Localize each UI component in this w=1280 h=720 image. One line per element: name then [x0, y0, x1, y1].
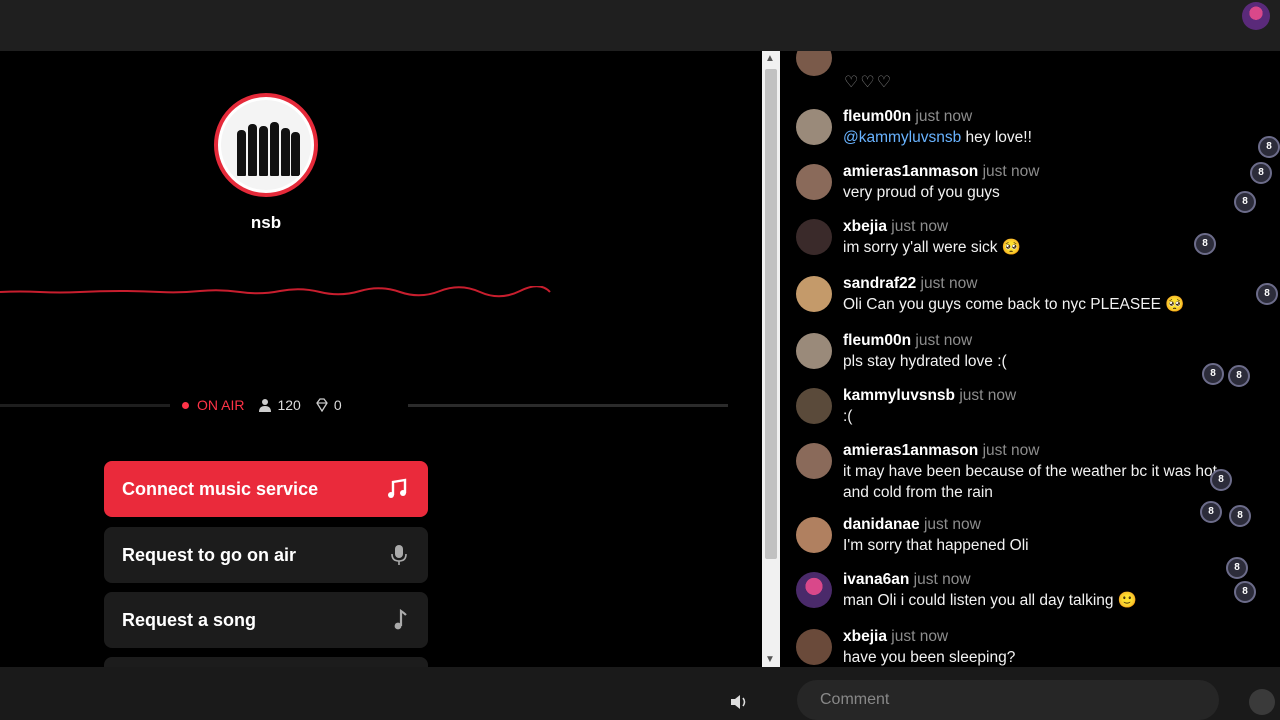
coin-icon: 8 — [1202, 363, 1224, 385]
coin-icon: 8 — [1229, 505, 1251, 527]
chat-message: xbejia just now im sorry y'all were sick… — [796, 216, 1021, 258]
station-avatar — [214, 93, 318, 197]
request-song-button[interactable]: Request a song — [104, 592, 428, 648]
chat-feed: ♡♡♡ fleum00n just now @kammyluvsnsb hey … — [780, 51, 1280, 667]
progress-track-right — [408, 404, 728, 407]
scroll-down-icon[interactable]: ▼ — [765, 654, 775, 665]
coin-icon: 8 — [1258, 136, 1280, 158]
station-status: ON AIR 120 0 — [182, 397, 356, 413]
audio-waveform — [0, 286, 551, 298]
chat-message: xbejia just now have you been sleeping? — [796, 626, 1015, 667]
coin-icon: 8 — [1194, 233, 1216, 255]
chat-message — [796, 51, 843, 76]
comment-input[interactable] — [797, 680, 1219, 720]
progress-track-left — [0, 404, 170, 407]
more-actions-button[interactable] — [104, 657, 428, 667]
connect-music-button[interactable]: Connect music service — [104, 461, 428, 517]
scroll-thumb[interactable] — [765, 69, 777, 559]
avatar[interactable] — [796, 572, 832, 608]
diamond-count: 0 — [315, 397, 342, 413]
hearts-reaction: ♡♡♡ — [844, 74, 894, 91]
chat-message: fleum00n just now pls stay hydrated love… — [796, 330, 1007, 372]
music-note-icon — [388, 478, 407, 498]
chat-scrollbar[interactable]: ▲ ▼ — [762, 51, 780, 667]
avatar[interactable] — [796, 629, 832, 665]
coin-icon[interactable] — [1249, 689, 1275, 715]
listener-count: 120 — [258, 397, 301, 413]
chat-message: sandraf22 just now Oli Can you guys come… — [796, 273, 1185, 315]
bottom-bar — [0, 667, 1280, 720]
chat-message: amieras1anmason just now very proud of y… — [796, 161, 1039, 203]
station-name: nsb — [250, 213, 282, 232]
speaker-icon[interactable] — [730, 693, 750, 711]
microphone-icon — [391, 545, 407, 565]
coin-icon: 8 — [1234, 191, 1256, 213]
station-panel: nsb ON AIR 120 0 Connect music service R… — [0, 51, 762, 667]
chat-message: fleum00n just now @kammyluvsnsb hey love… — [796, 106, 1032, 148]
avatar[interactable] — [796, 443, 832, 479]
coin-icon: 8 — [1210, 469, 1232, 491]
top-bar — [0, 0, 1280, 51]
note-icon — [394, 609, 407, 630]
chat-message: kammyluvsnsb just now :( — [796, 385, 1016, 427]
avatar[interactable] — [796, 109, 832, 145]
avatar[interactable] — [796, 276, 832, 312]
on-air-badge: ON AIR — [182, 397, 244, 413]
live-dot-icon — [182, 401, 189, 409]
request-on-air-button[interactable]: Request to go on air — [104, 527, 428, 583]
person-icon — [259, 399, 272, 412]
avatar — [796, 51, 832, 76]
chat-message: danidanae just now I'm sorry that happen… — [796, 514, 1029, 556]
coin-icon: 8 — [1256, 283, 1278, 305]
avatar[interactable] — [796, 333, 832, 369]
chat-message: ivana6an just now man Oli i could listen… — [796, 569, 1137, 611]
coin-icon: 8 — [1234, 581, 1256, 603]
coin-icon: 8 — [1226, 557, 1248, 579]
avatar[interactable] — [796, 219, 832, 255]
avatar[interactable] — [796, 164, 832, 200]
user-avatar[interactable] — [1242, 2, 1270, 30]
coin-icon: 8 — [1228, 365, 1250, 387]
chat-message: amieras1anmason just now it may have bee… — [796, 440, 1217, 503]
diamond-icon — [316, 398, 328, 412]
scroll-up-icon[interactable]: ▲ — [765, 53, 775, 64]
avatar[interactable] — [796, 388, 832, 424]
coin-icon: 8 — [1250, 162, 1272, 184]
coin-icon: 8 — [1200, 501, 1222, 523]
avatar[interactable] — [796, 517, 832, 553]
